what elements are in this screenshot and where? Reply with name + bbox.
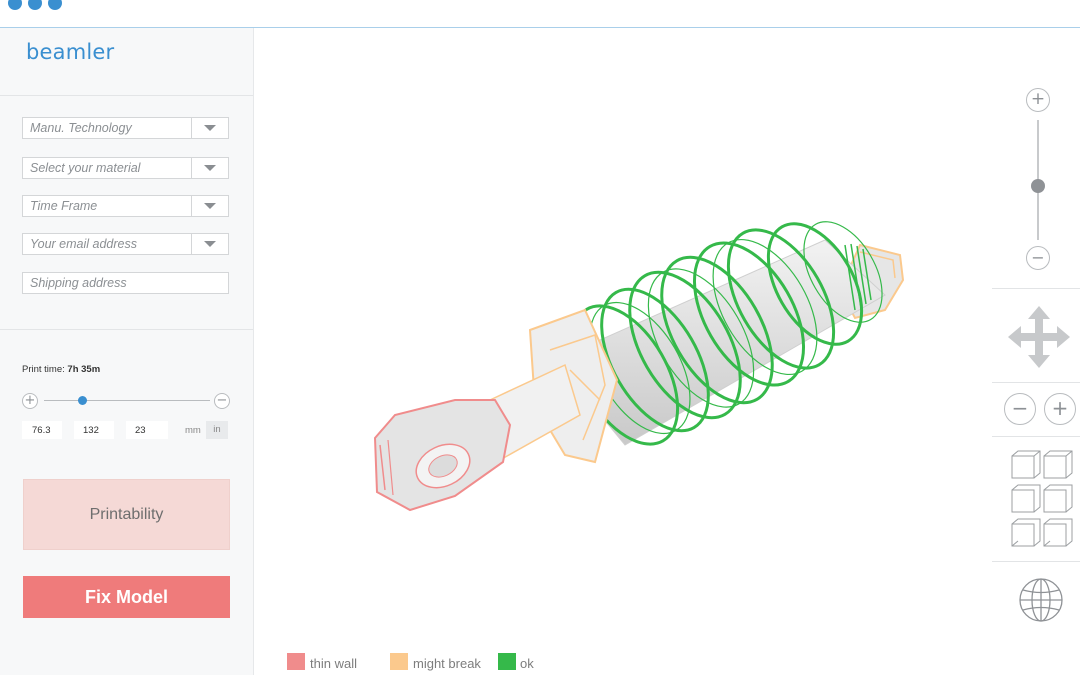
cube-view-icon — [1043, 484, 1073, 513]
scale-down-button[interactable]: − — [214, 393, 230, 409]
material-select-label: Select your material — [30, 161, 141, 175]
divider — [0, 329, 253, 330]
shipping-address-field[interactable]: Shipping address — [22, 272, 229, 294]
timeframe-select[interactable]: Time Frame — [22, 195, 229, 217]
cube-view-icon — [1043, 450, 1073, 479]
scale-up-button[interactable]: + — [22, 393, 38, 409]
model-eye-mount — [373, 399, 512, 512]
window-dot-icon[interactable] — [8, 0, 22, 10]
legend-label-might-break: might break — [413, 656, 481, 671]
view-cubes[interactable] — [1010, 450, 1074, 552]
dropdown-button[interactable] — [191, 118, 228, 138]
dimension-x[interactable]: 76.3 — [22, 421, 62, 439]
minus-icon: − — [1031, 248, 1045, 267]
divider — [992, 288, 1080, 289]
minus-icon: − — [216, 393, 228, 408]
dropdown-button[interactable] — [191, 196, 228, 216]
plus-icon: + — [1051, 396, 1069, 420]
print-time: Print time: 7h 35m — [22, 364, 100, 375]
zoom-out-button[interactable]: − — [1026, 246, 1050, 270]
chevron-down-icon — [204, 203, 216, 209]
divider — [992, 436, 1080, 437]
rotate-left-button[interactable]: − — [1004, 393, 1036, 425]
chevron-down-icon — [204, 125, 216, 131]
dimension-y[interactable]: 132 — [74, 421, 114, 439]
cube-view-icon — [1011, 484, 1041, 513]
scale-slider[interactable] — [44, 400, 210, 401]
technology-select-label: Manu. Technology — [30, 121, 132, 135]
window-dot-icon[interactable] — [48, 0, 62, 10]
print-time-label: Print time: — [22, 364, 65, 375]
zoom-slider-handle[interactable] — [1031, 179, 1045, 193]
dropdown-button[interactable] — [191, 234, 228, 254]
dropdown-button[interactable] — [191, 158, 228, 178]
model-viewer[interactable] — [355, 200, 925, 530]
cube-view-icon — [1011, 518, 1041, 547]
cube-view-icon — [1043, 518, 1073, 547]
material-select[interactable]: Select your material — [22, 157, 229, 179]
window-dot-icon[interactable] — [28, 0, 42, 10]
minus-icon: − — [1011, 396, 1029, 420]
legend-swatch-thin-wall — [287, 653, 305, 670]
shipping-address-placeholder: Shipping address — [30, 276, 127, 290]
model-mount-joint — [489, 308, 619, 464]
globe-icon[interactable] — [1018, 577, 1064, 623]
dimension-z[interactable]: 23 — [126, 421, 168, 439]
chevron-down-icon — [204, 165, 216, 171]
zoom-in-button[interactable]: + — [1026, 88, 1050, 112]
divider — [992, 382, 1080, 383]
technology-select[interactable]: Manu. Technology — [22, 117, 229, 139]
unit-mm-toggle[interactable]: mm — [185, 425, 201, 436]
divider — [992, 561, 1080, 562]
rotate-right-button[interactable]: + — [1044, 393, 1076, 425]
printability-button[interactable]: Printability — [23, 479, 230, 550]
legend-swatch-might-break — [390, 653, 408, 670]
email-field[interactable]: Your email address — [22, 233, 229, 255]
fix-model-button[interactable]: Fix Model — [23, 576, 230, 618]
plus-icon: + — [24, 393, 36, 408]
logo: beamler — [26, 40, 115, 64]
chevron-down-icon — [204, 241, 216, 247]
legend-label-thin-wall: thin wall — [310, 656, 357, 671]
print-time-value: 7h 35m — [67, 364, 101, 375]
cube-view-icon — [1011, 450, 1041, 479]
plus-icon: + — [1030, 89, 1046, 109]
divider — [0, 95, 253, 96]
timeframe-select-label: Time Frame — [30, 199, 98, 213]
move-arrows-icon[interactable] — [1006, 304, 1072, 370]
unit-in-toggle[interactable]: in — [206, 421, 228, 439]
email-field-placeholder: Your email address — [30, 237, 138, 251]
legend-swatch-ok — [498, 653, 516, 670]
top-bar — [0, 0, 1080, 28]
legend-label-ok: ok — [520, 656, 534, 671]
